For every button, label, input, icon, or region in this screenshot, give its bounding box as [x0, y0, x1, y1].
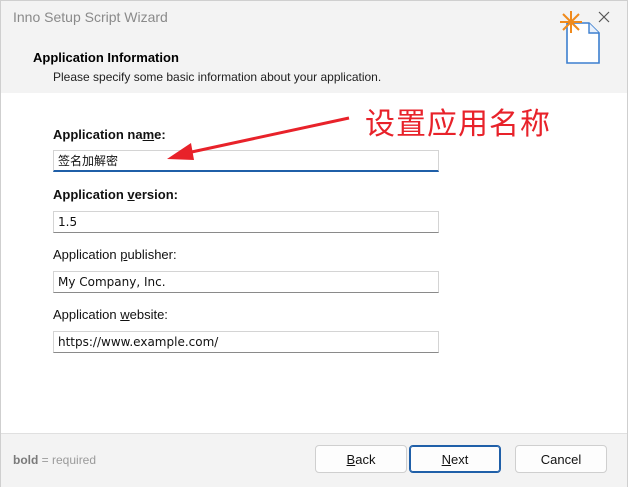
wizard-page-icon: [560, 11, 600, 64]
app-version-field[interactable]: [53, 211, 439, 233]
window-title: Inno Setup Script Wizard: [13, 9, 168, 25]
required-note: bold = required: [13, 453, 97, 467]
wizard-window: Inno Setup Script Wizard Application Inf…: [0, 0, 628, 487]
app-publisher-field[interactable]: [53, 271, 439, 293]
annotation-text: 设置应用名称: [365, 107, 551, 142]
cancel-button[interactable]: Cancel: [515, 445, 607, 473]
page-subtitle: Please specify some basic information ab…: [53, 70, 382, 84]
title-bar: Inno Setup Script Wizard: [1, 1, 627, 33]
app-version-label: Application version:: [53, 187, 178, 202]
app-name-field[interactable]: [53, 150, 439, 172]
app-website-field[interactable]: [53, 331, 439, 353]
app-name-label: Application name:: [53, 127, 166, 142]
app-publisher-label: Application publisher:: [53, 247, 177, 262]
footer-bar: bold = required Back Next Cancel: [1, 433, 627, 487]
page-title: Application Information: [33, 50, 179, 65]
back-button[interactable]: Back: [315, 445, 407, 473]
next-button[interactable]: Next: [409, 445, 501, 473]
form-area: [1, 93, 627, 433]
page-header: Application Information Please specify s…: [1, 33, 627, 93]
app-website-label: Application website:: [53, 307, 168, 322]
